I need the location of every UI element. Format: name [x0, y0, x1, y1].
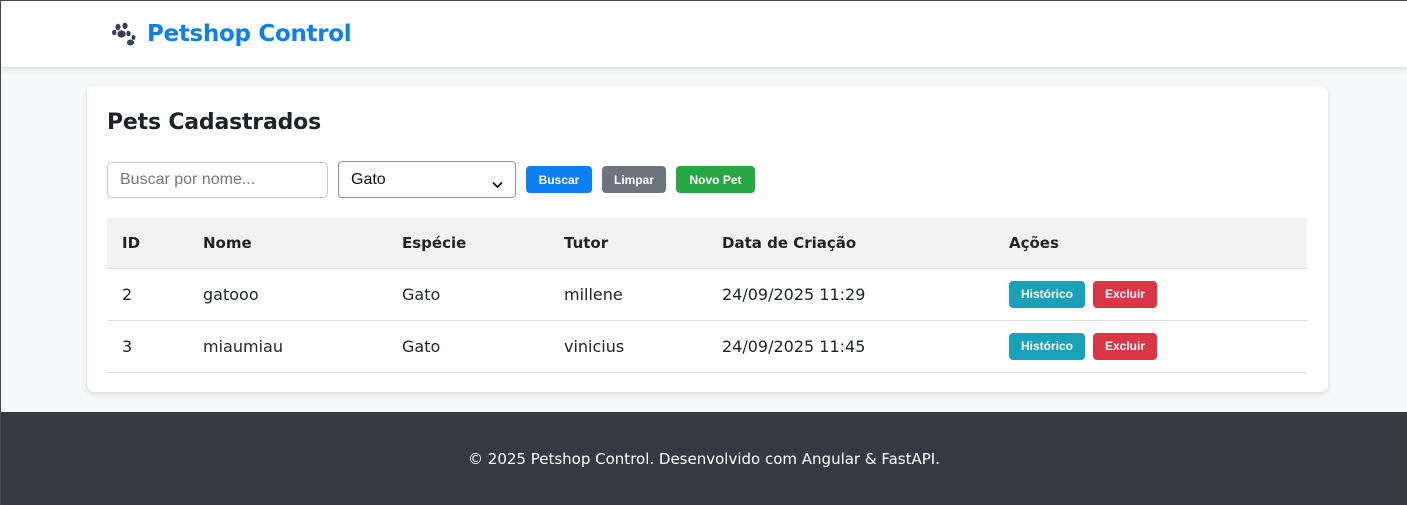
navbar: Petshop Control [1, 1, 1407, 67]
header-data-criacao: Data de Criação [707, 218, 994, 269]
search-button[interactable]: Buscar [526, 166, 592, 193]
cell-tutor: vinicius [549, 320, 707, 373]
cell-id: 2 [107, 268, 188, 321]
cell-actions: Histórico Excluir [994, 268, 1307, 321]
pets-card: Pets Cadastrados Gato Buscar Limpar Novo… [87, 86, 1328, 392]
table-row: 2 gatooo Gato millene 24/09/2025 11:29 H… [107, 268, 1307, 321]
cell-id: 3 [107, 320, 188, 373]
clear-button[interactable]: Limpar [602, 166, 666, 193]
search-input[interactable] [107, 161, 328, 198]
table-header-row: ID Nome Espécie Tutor Data de Criação Aç… [107, 218, 1307, 269]
footer-text: © 2025 Petshop Control. Desenvolvido com… [468, 450, 940, 468]
delete-button[interactable]: Excluir [1093, 280, 1157, 308]
cell-nome: miaumiau [188, 320, 387, 373]
delete-button[interactable]: Excluir [1093, 332, 1157, 360]
cell-tutor: millene [549, 268, 707, 321]
header-tutor: Tutor [549, 218, 707, 269]
page-title: Pets Cadastrados [107, 110, 321, 135]
header-acoes: Ações [994, 218, 1307, 269]
cell-actions: Histórico Excluir [994, 320, 1307, 373]
species-select[interactable]: Gato [338, 161, 516, 198]
table-row: 3 miaumiau Gato vinicius 24/09/2025 11:4… [107, 320, 1307, 373]
cell-especie: Gato [387, 268, 549, 321]
brand[interactable]: Petshop Control [111, 21, 352, 47]
pets-table: ID Nome Espécie Tutor Data de Criação Aç… [107, 218, 1307, 373]
filter-toolbar: Gato Buscar Limpar Novo Pet [107, 161, 755, 198]
chevron-down-icon [492, 176, 503, 188]
cell-data: 24/09/2025 11:45 [707, 320, 994, 373]
brand-title: Petshop Control [147, 21, 352, 47]
history-button[interactable]: Histórico [1009, 332, 1085, 360]
header-especie: Espécie [387, 218, 549, 269]
new-pet-button[interactable]: Novo Pet [676, 166, 755, 193]
cell-especie: Gato [387, 320, 549, 373]
footer: © 2025 Petshop Control. Desenvolvido com… [1, 412, 1407, 505]
history-button[interactable]: Histórico [1009, 280, 1085, 308]
header-nome: Nome [188, 218, 387, 269]
cell-data: 24/09/2025 11:29 [707, 268, 994, 321]
paw-icon [111, 21, 137, 47]
cell-nome: gatooo [188, 268, 387, 321]
species-select-value: Gato [351, 170, 386, 188]
header-id: ID [107, 218, 188, 269]
